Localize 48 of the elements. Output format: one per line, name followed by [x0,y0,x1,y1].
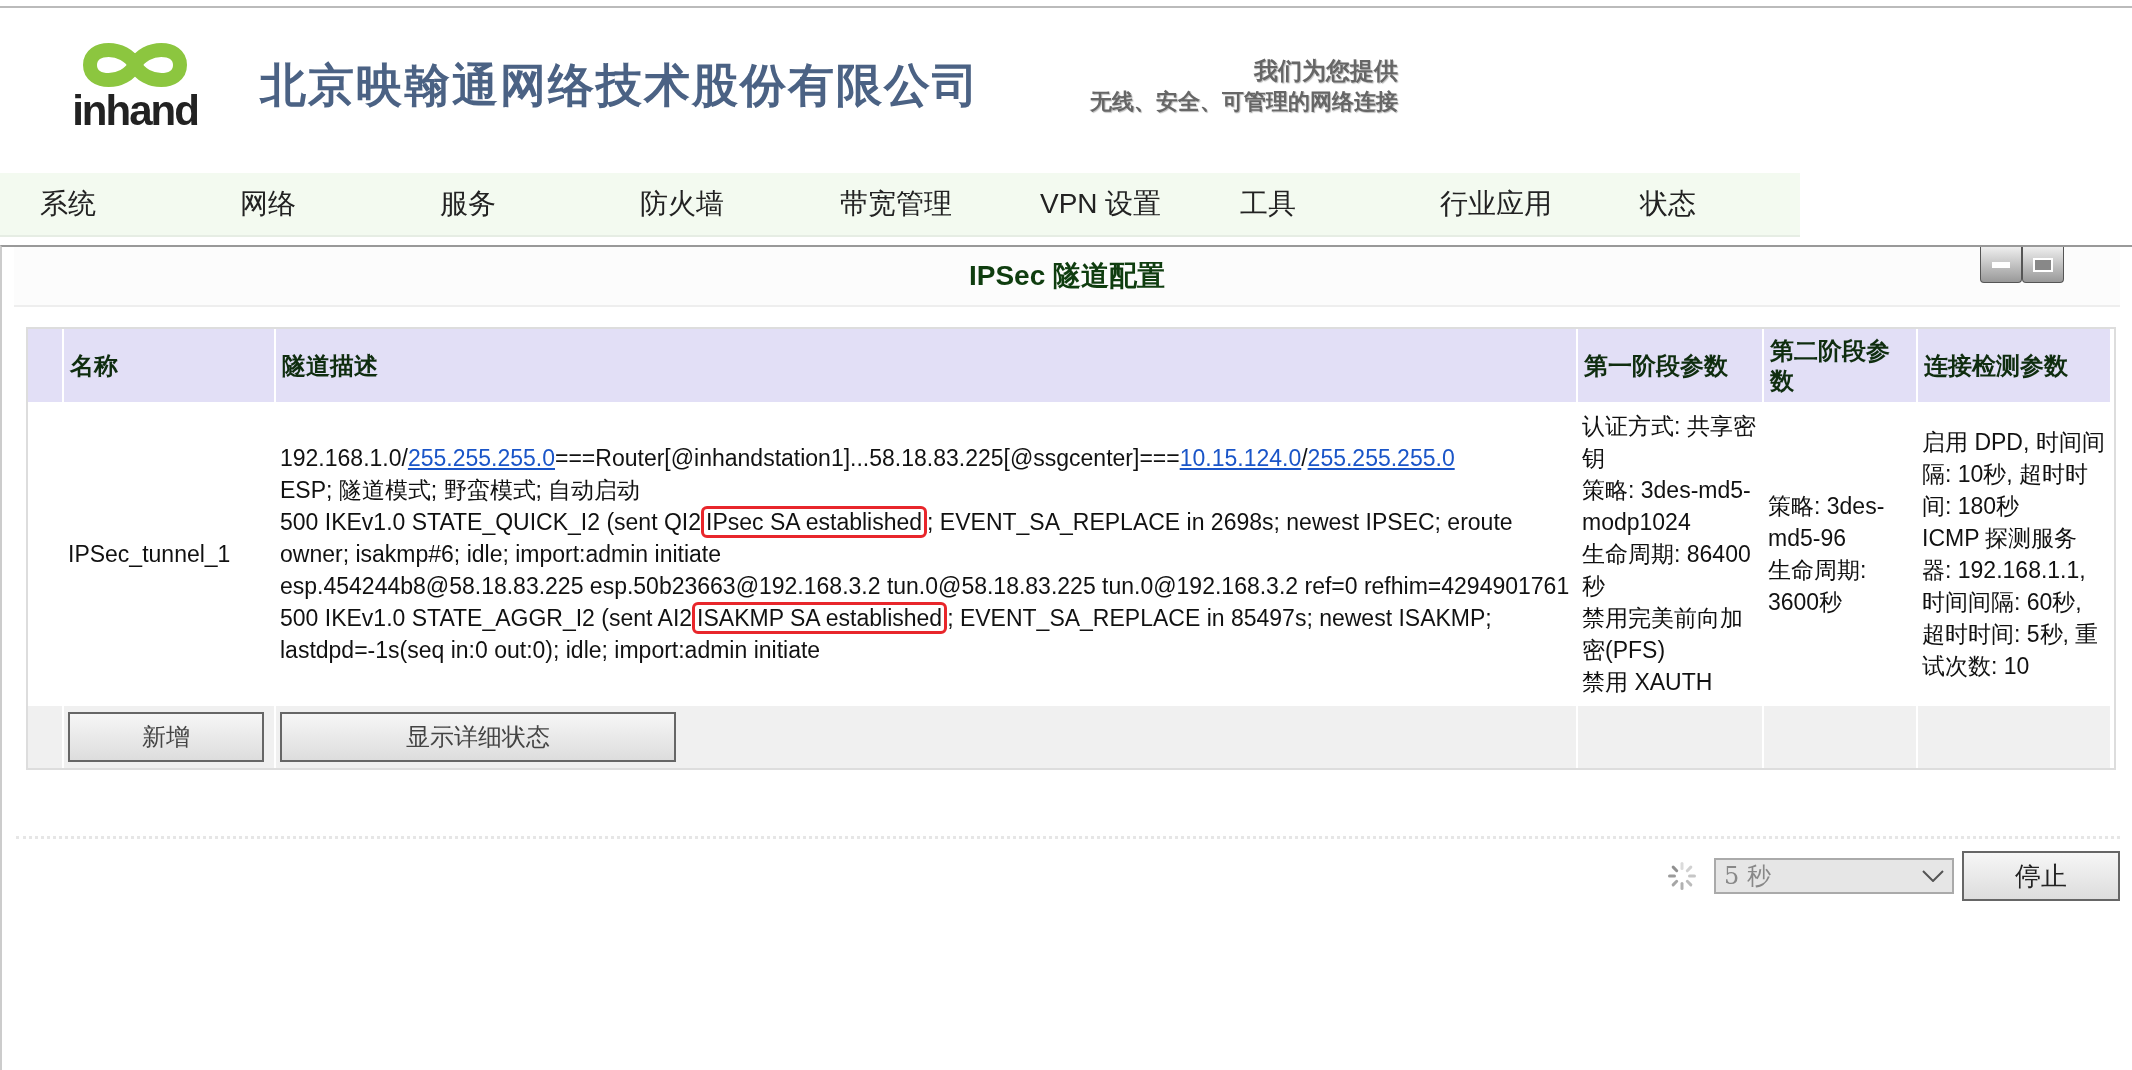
link[interactable]: 255.255.255.0 [407,445,555,471]
column-header: 连接检测参数 [1918,329,2110,402]
column-header: 第二阶段参数 [1764,329,1916,402]
nav-item[interactable]: 状态 [1600,185,1800,223]
phase2-param: 生命周期: 3600秒 [1768,556,1868,617]
phase1-param: 认证方式: 共享密钥 [1582,412,1757,473]
restore-icon [2033,257,2053,272]
link[interactable]: 255.255.255.0 [1307,445,1455,471]
link[interactable]: 10.15.124.0 [1179,445,1302,471]
add-button[interactable]: 新增 [68,712,264,762]
minimize-icon [1992,261,2010,268]
footer-cell [28,706,62,768]
slogan: 无线、安全、可管理的网络连接 [1090,86,1398,116]
nav-item[interactable]: VPN 设置 [1000,185,1200,223]
slogan: 我们为您提供 [1254,54,1398,87]
minimize-button[interactable] [1980,247,2022,283]
spinner-icon [1666,860,1698,892]
column-header: 隧道描述 [276,329,1576,402]
nav-item[interactable]: 工具 [1200,185,1400,223]
nav-item[interactable]: 防火墙 [600,185,800,223]
panel-title: IPSec 隧道配置 [968,259,1166,293]
phase1-param: 策略: 3des-md5-modp1024 [1582,476,1752,537]
tunnel-name: IPSec_tunnel_1 [68,540,232,569]
highlight-mark: IPsec SA established [701,506,928,538]
description-line: esp.454244b8@58.18.83.225 esp.50b23663@192.168.3.2 tun.0@58.18.83.225 tun.0@192.168.3.2 ref=0 refhim=4294901761 [280,572,1571,601]
logo-text: inhand [72,89,198,132]
restore-button[interactable] [2022,247,2064,283]
phase2-param: 策略: 3des-md5-96 [1768,492,1886,553]
nav-item[interactable]: 服务 [400,185,600,223]
detection-param: 启用 DPD, 时间间隔: 10秒, 超时时间: 180秒 [1922,428,2106,521]
column-header: 名称 [64,329,274,402]
stop-button[interactable]: 停止 [1962,851,2120,901]
company-name: 北京映翰通网络技术股份有限公司 [260,57,980,113]
detection-param: ICMP 探测服务器: 192.168.1.1, 时间间隔: 60秒, 超时时间: 5秒, 重试次数: 10 [1922,524,2100,681]
description-line: 500 IKEv1.0 STATE_AGGR_I2 (sent AI2 ISAKMP SA established ; EVENT_SA_REPLACE in 85497s; newest ISAKMP; lastdpd=-1s(seq in:0 out:0); idle; import:admin initiate [280,602,1572,666]
phase1-param: 禁用 XAUTH [1582,668,1714,697]
nav-item[interactable]: 行业应用 [1400,185,1600,223]
details-button[interactable]: 显示详细状态 [280,712,676,762]
phase1-param: 禁用完美前向加密(PFS) [1582,604,1744,665]
nav-item[interactable]: 系统 [0,185,200,223]
nav-item[interactable]: 带宽管理 [800,185,1000,223]
highlight-mark: ISAKMP SA established [692,602,948,634]
column-header: 第一阶段参数 [1578,329,1762,402]
chevron-down-icon [1922,870,1944,882]
description-line: 192.168.1.0/255.255.255.0===Router[@inhandstation1]...58.18.83.225[@ssgcenter]===10.15.124.0/255.255.255.0 [280,444,1456,473]
description-line: ESP; 隧道模式; 野蛮模式; 自动启动 [280,476,642,505]
nav-item[interactable]: 网络 [200,185,400,223]
phase1-param: 生命周期: 86400秒 [1582,540,1752,601]
